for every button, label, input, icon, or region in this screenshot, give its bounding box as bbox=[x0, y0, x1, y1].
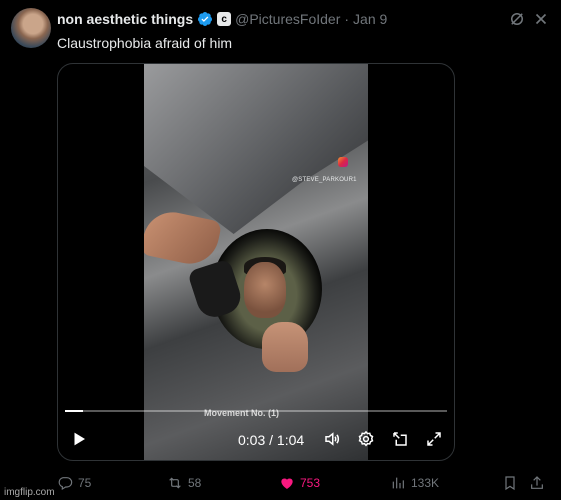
video-time: 0:03 / 1:04 bbox=[238, 432, 305, 448]
play-icon[interactable] bbox=[70, 430, 88, 448]
more-icon[interactable] bbox=[531, 9, 551, 29]
tweet-text: Claustrophobia afraid of him bbox=[57, 35, 233, 51]
views-button[interactable]: 133K bbox=[390, 473, 439, 493]
author-handle[interactable]: @PicturesFoIder bbox=[235, 11, 340, 27]
reply-button[interactable]: 75 bbox=[57, 473, 91, 493]
affiliate-badge-icon[interactable]: c bbox=[217, 12, 232, 26]
imgflip-watermark: imgflip.com bbox=[4, 487, 55, 498]
verified-badge-icon bbox=[197, 11, 213, 27]
video-watermark: @STEVE_PARKOUR1 bbox=[292, 177, 357, 183]
instagram-logo-icon bbox=[338, 157, 348, 167]
repost-count: 58 bbox=[188, 476, 202, 490]
view-count: 133K bbox=[411, 476, 440, 490]
tweet-date[interactable]: Jan 9 bbox=[353, 11, 387, 27]
separator-dot: · bbox=[344, 11, 350, 27]
picture-in-picture-icon[interactable] bbox=[391, 430, 409, 448]
views-chart-icon bbox=[392, 477, 404, 489]
video-player[interactable]: @STEVE_PARKOUR1 Movement No. (1) 0:03 / … bbox=[57, 63, 455, 461]
fullscreen-icon[interactable] bbox=[425, 430, 443, 448]
tweet-actions: 75 58 753 133K bbox=[57, 473, 553, 493]
avatar[interactable] bbox=[11, 8, 51, 48]
tweet-header: non aesthetic things c @PicturesFoIder ·… bbox=[57, 9, 551, 29]
bookmark-button[interactable] bbox=[502, 473, 518, 493]
settings-gear-icon[interactable] bbox=[357, 430, 375, 448]
video-frame[interactable]: @STEVE_PARKOUR1 Movement No. (1) bbox=[144, 64, 368, 460]
reply-count: 75 bbox=[78, 476, 92, 490]
reply-icon bbox=[58, 477, 73, 491]
share-button[interactable] bbox=[529, 473, 545, 493]
heart-icon bbox=[281, 478, 293, 489]
grok-icon[interactable] bbox=[507, 9, 527, 29]
like-button[interactable]: 753 bbox=[279, 473, 320, 493]
video-controls: 0:03 / 1:04 bbox=[58, 424, 454, 454]
video-progress-bar[interactable] bbox=[65, 410, 447, 412]
bookmark-icon bbox=[505, 476, 515, 491]
video-progress-fill bbox=[65, 410, 83, 412]
volume-icon[interactable] bbox=[323, 430, 341, 448]
repost-button[interactable]: 58 bbox=[167, 473, 201, 493]
like-count: 753 bbox=[300, 476, 321, 490]
author-name[interactable]: non aesthetic things bbox=[57, 11, 193, 27]
share-icon bbox=[531, 476, 543, 489]
repost-icon bbox=[169, 477, 181, 489]
